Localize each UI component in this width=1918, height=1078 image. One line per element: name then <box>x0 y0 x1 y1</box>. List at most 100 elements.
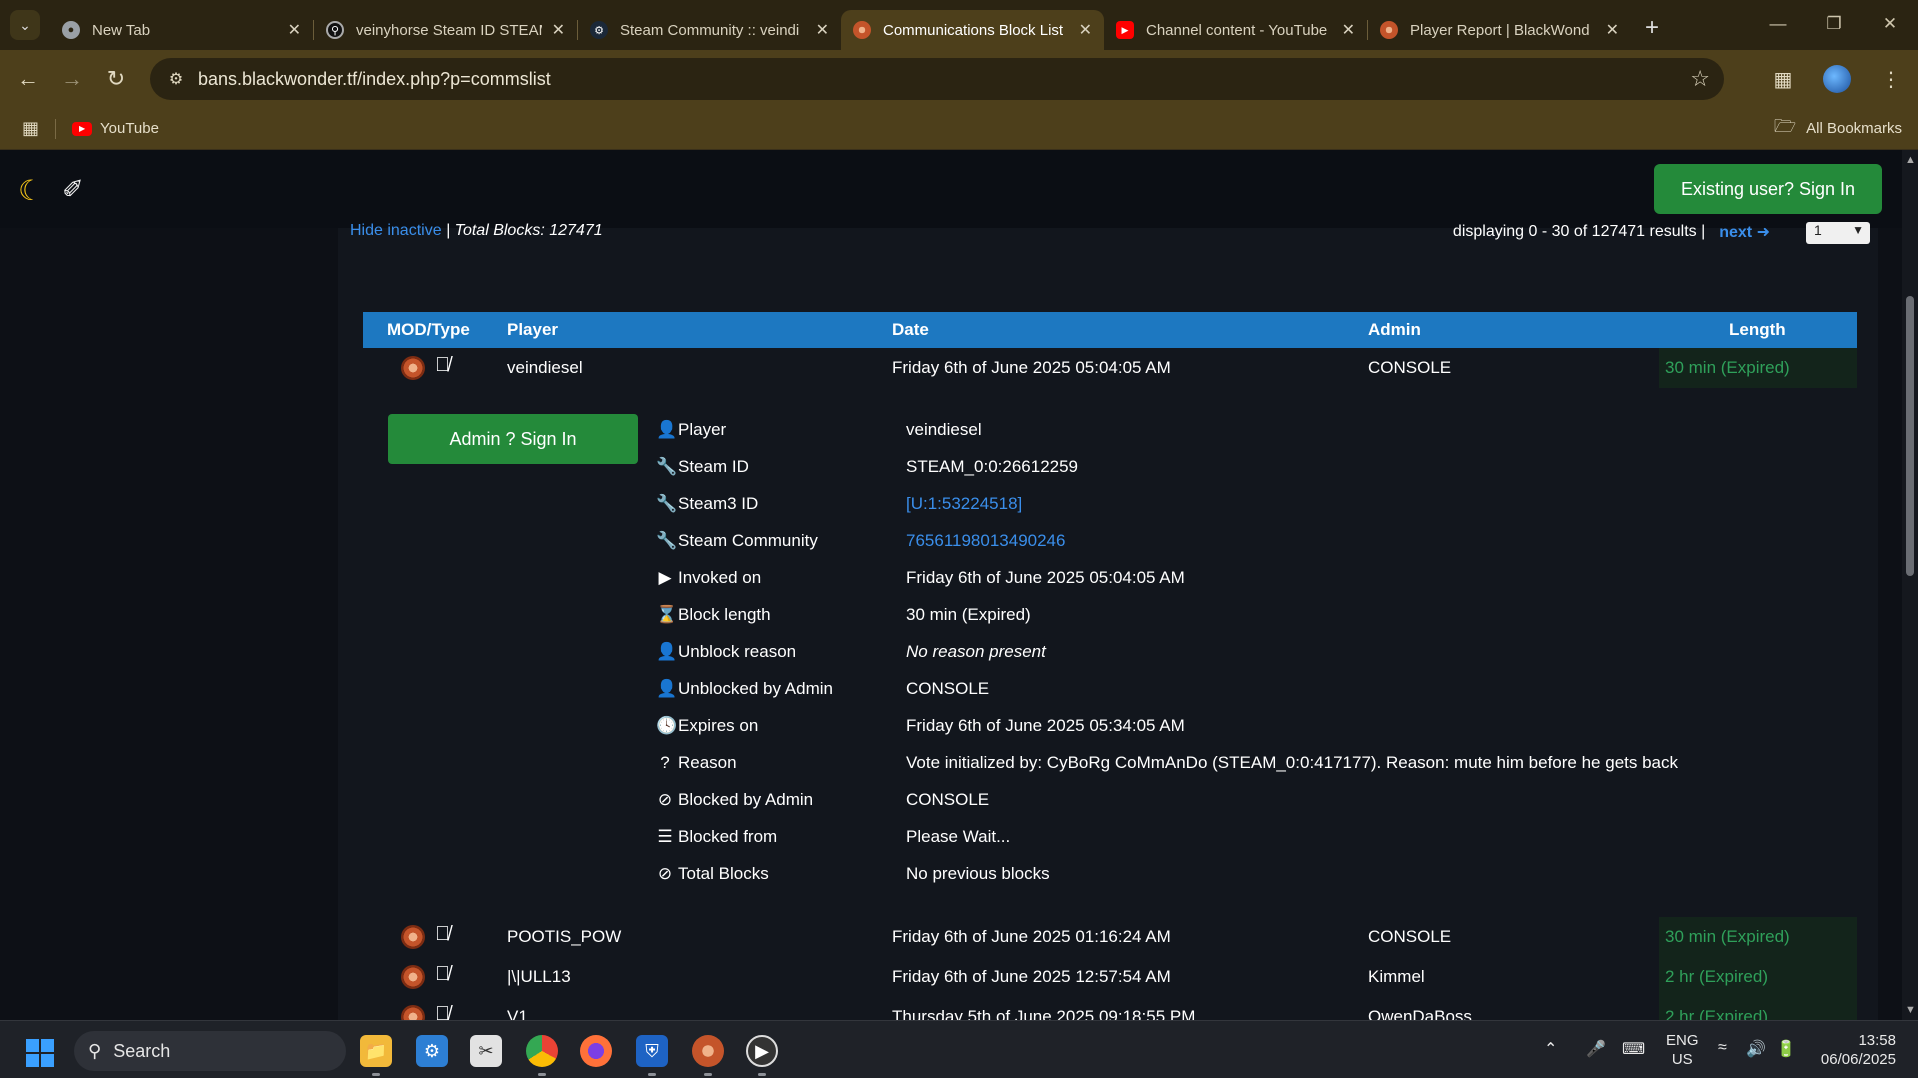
chevron-up-icon[interactable]: ⌃ <box>1544 1039 1557 1059</box>
column-header[interactable]: Date <box>892 320 929 340</box>
page-scrollbar[interactable]: ▲ ▼ <box>1902 150 1918 1020</box>
media-player-icon[interactable]: ▶ <box>746 1035 778 1067</box>
keyboard-icon[interactable]: ⌨ <box>1622 1039 1645 1059</box>
table-row[interactable]: 🎙̸ veindiesel Friday 6th of June 2025 05… <box>363 348 1857 388</box>
tf2-icon[interactable] <box>692 1035 724 1067</box>
snipping-tool-icon[interactable]: ✂ <box>470 1035 502 1067</box>
summary-separator: | <box>441 222 455 239</box>
admin-name: CONSOLE <box>1368 927 1452 946</box>
column-header[interactable]: Admin <box>1368 320 1421 340</box>
detail-label: ▶ Invoked on <box>656 568 761 588</box>
user-icon: 👤 <box>656 420 678 439</box>
play-icon: ▶ <box>658 568 672 587</box>
language-indicator[interactable]: ENG US <box>1666 1031 1699 1069</box>
windows-start-icon[interactable] <box>26 1039 54 1067</box>
profile-avatar[interactable] <box>1823 65 1851 93</box>
page-select[interactable]: 1 ▼ <box>1806 222 1870 244</box>
tf2-icon <box>1380 21 1398 39</box>
detail-label: ? Reason <box>656 753 736 773</box>
tab-new-tab[interactable]: ● New Tab ✕ <box>50 10 313 50</box>
pagination: displaying 0 - 30 of 127471 results | ne… <box>1453 222 1770 242</box>
close-window-icon[interactable]: ✕ <box>1862 0 1918 48</box>
mic-mute-icon: 🎙̸ <box>435 963 450 985</box>
block-date: Thursday 5th of June 2025 09:18:55 PM <box>892 1007 1196 1020</box>
tab-comms-block-list[interactable]: Communications Block List ✕ <box>841 10 1104 50</box>
control-panel-icon[interactable]: ⚙ <box>416 1035 448 1067</box>
bookmarks-bar: ▦ ▶ YouTube 🗁 All Bookmarks <box>0 108 1918 150</box>
site-info-icon[interactable]: ⚙ <box>158 69 194 89</box>
restore-icon[interactable]: ❐ <box>1806 0 1862 48</box>
column-header[interactable]: Length <box>1729 320 1786 340</box>
system-clock[interactable]: 13:58 06/06/2025 <box>1821 1031 1896 1069</box>
block-length: 2 hr (Expired) <box>1659 997 1857 1020</box>
steam3-id-link[interactable]: [U:1:53224518] <box>906 494 1022 514</box>
scrollbar-thumb[interactable] <box>1906 296 1914 576</box>
table-row[interactable]: 🎙̸ V1 Thursday 5th of June 2025 09:18:55… <box>363 997 1857 1020</box>
file-explorer-icon[interactable]: 📁 <box>360 1035 392 1067</box>
detail-label: ⊘ Blocked by Admin <box>657 790 814 809</box>
battery-icon[interactable]: 🔋 <box>1776 1039 1796 1059</box>
column-header[interactable]: MOD/Type <box>387 320 470 340</box>
tf2-mod-icon <box>401 925 425 949</box>
volume-icon[interactable]: 🔊 <box>1746 1039 1766 1059</box>
language-code: ENG <box>1666 1032 1699 1049</box>
steam-community-link[interactable]: 76561198013490246 <box>906 531 1065 551</box>
wifi-icon[interactable]: ≈ <box>1718 1039 1727 1057</box>
tab-player-report[interactable]: Player Report | BlackWond ✕ <box>1368 10 1631 50</box>
brush-icon[interactable]: ✐ <box>62 174 84 205</box>
back-icon[interactable]: ← <box>6 66 50 92</box>
block-date: Friday 6th of June 2025 12:57:54 AM <box>892 967 1171 986</box>
firefox-icon[interactable] <box>580 1035 612 1067</box>
close-icon[interactable]: ✕ <box>552 20 565 40</box>
total-blocks-label: Total Blocks: 127471 <box>454 222 603 239</box>
moon-icon[interactable]: ☾ <box>18 174 43 207</box>
hide-inactive-link[interactable]: Hide inactive <box>350 222 442 239</box>
table-row[interactable]: 🎙̸ POOTIS_POW Friday 6th of June 2025 01… <box>363 917 1857 957</box>
admin-signin-button[interactable]: Admin ? Sign In <box>388 414 638 464</box>
close-icon[interactable]: ✕ <box>816 20 829 40</box>
steamid-icon: ⚲ <box>326 21 344 39</box>
close-icon[interactable]: ✕ <box>288 20 301 40</box>
detail-value: veindiesel <box>906 420 982 439</box>
bookmark-star-icon[interactable]: ☆ <box>1690 66 1710 92</box>
new-tab-button[interactable]: + <box>1645 14 1659 42</box>
all-bookmarks-button[interactable]: 🗁 All Bookmarks <box>1774 114 1902 144</box>
close-icon[interactable]: ✕ <box>1606 20 1619 40</box>
detail-label: 👤Player <box>656 420 727 439</box>
table-row[interactable]: 🎙̸ |\|ULL13 Friday 6th of June 2025 12:5… <box>363 957 1857 997</box>
minimize-icon[interactable]: — <box>1750 0 1806 48</box>
results-count: displaying 0 - 30 of 127471 results | <box>1452 223 1706 240</box>
url-text[interactable]: bans.blackwonder.tf/index.php?p=commslis… <box>198 69 551 90</box>
column-header[interactable]: Player <box>507 320 558 340</box>
detail-value: Vote initialized by: CyBoRg CoMmAnDo (ST… <box>906 753 1678 772</box>
extensions-icon[interactable]: ▦ <box>1756 67 1810 92</box>
microphone-icon[interactable]: 🎤 <box>1586 1039 1606 1059</box>
tab-title: Channel content - YouTube <box>1146 21 1328 39</box>
steam-icon: ⚙ <box>590 21 608 39</box>
taskbar-search[interactable]: ⚲ Search <box>74 1031 346 1071</box>
apps-grid-icon[interactable]: ▦ <box>22 118 39 139</box>
scroll-up-icon[interactable]: ▲ <box>1905 154 1916 166</box>
close-icon[interactable]: ✕ <box>1342 20 1355 40</box>
scroll-down-icon[interactable]: ▼ <box>1905 1004 1916 1016</box>
youtube-icon: ▶ <box>72 121 93 136</box>
close-icon[interactable]: ✕ <box>1079 20 1092 40</box>
address-bar[interactable]: ⚙ bans.blackwonder.tf/index.php?p=commsl… <box>150 58 1724 100</box>
chrome-icon: ● <box>62 21 80 39</box>
tab-steamid[interactable]: ⚲ veinyhorse Steam ID STEAM ✕ <box>314 10 577 50</box>
player-name: V1 <box>507 1007 528 1020</box>
detail-label: 🕓Expires on <box>656 716 759 735</box>
browser-toolbar: ← → ↻ ⚙ bans.blackwonder.tf/index.php?p=… <box>0 50 1918 108</box>
forward-icon[interactable]: → <box>50 66 94 92</box>
reload-icon[interactable]: ↻ <box>94 66 138 92</box>
tab-youtube[interactable]: ▶ Channel content - YouTube ✕ <box>1104 10 1367 50</box>
question-icon: ? <box>660 753 670 772</box>
next-page-link[interactable]: next ➜ <box>1719 222 1770 242</box>
existing-user-signin-button[interactable]: Existing user? Sign In <box>1654 164 1882 214</box>
menu-kebab-icon[interactable]: ⋮ <box>1864 67 1918 92</box>
shield-app-icon[interactable]: ⛨ <box>636 1035 668 1067</box>
tab-search-button[interactable]: ⌄ <box>10 10 40 40</box>
chrome-icon[interactable] <box>526 1035 558 1067</box>
tab-steam-community[interactable]: ⚙ Steam Community :: veindi ✕ <box>578 10 841 50</box>
bookmark-youtube[interactable]: ▶ YouTube <box>72 120 159 137</box>
